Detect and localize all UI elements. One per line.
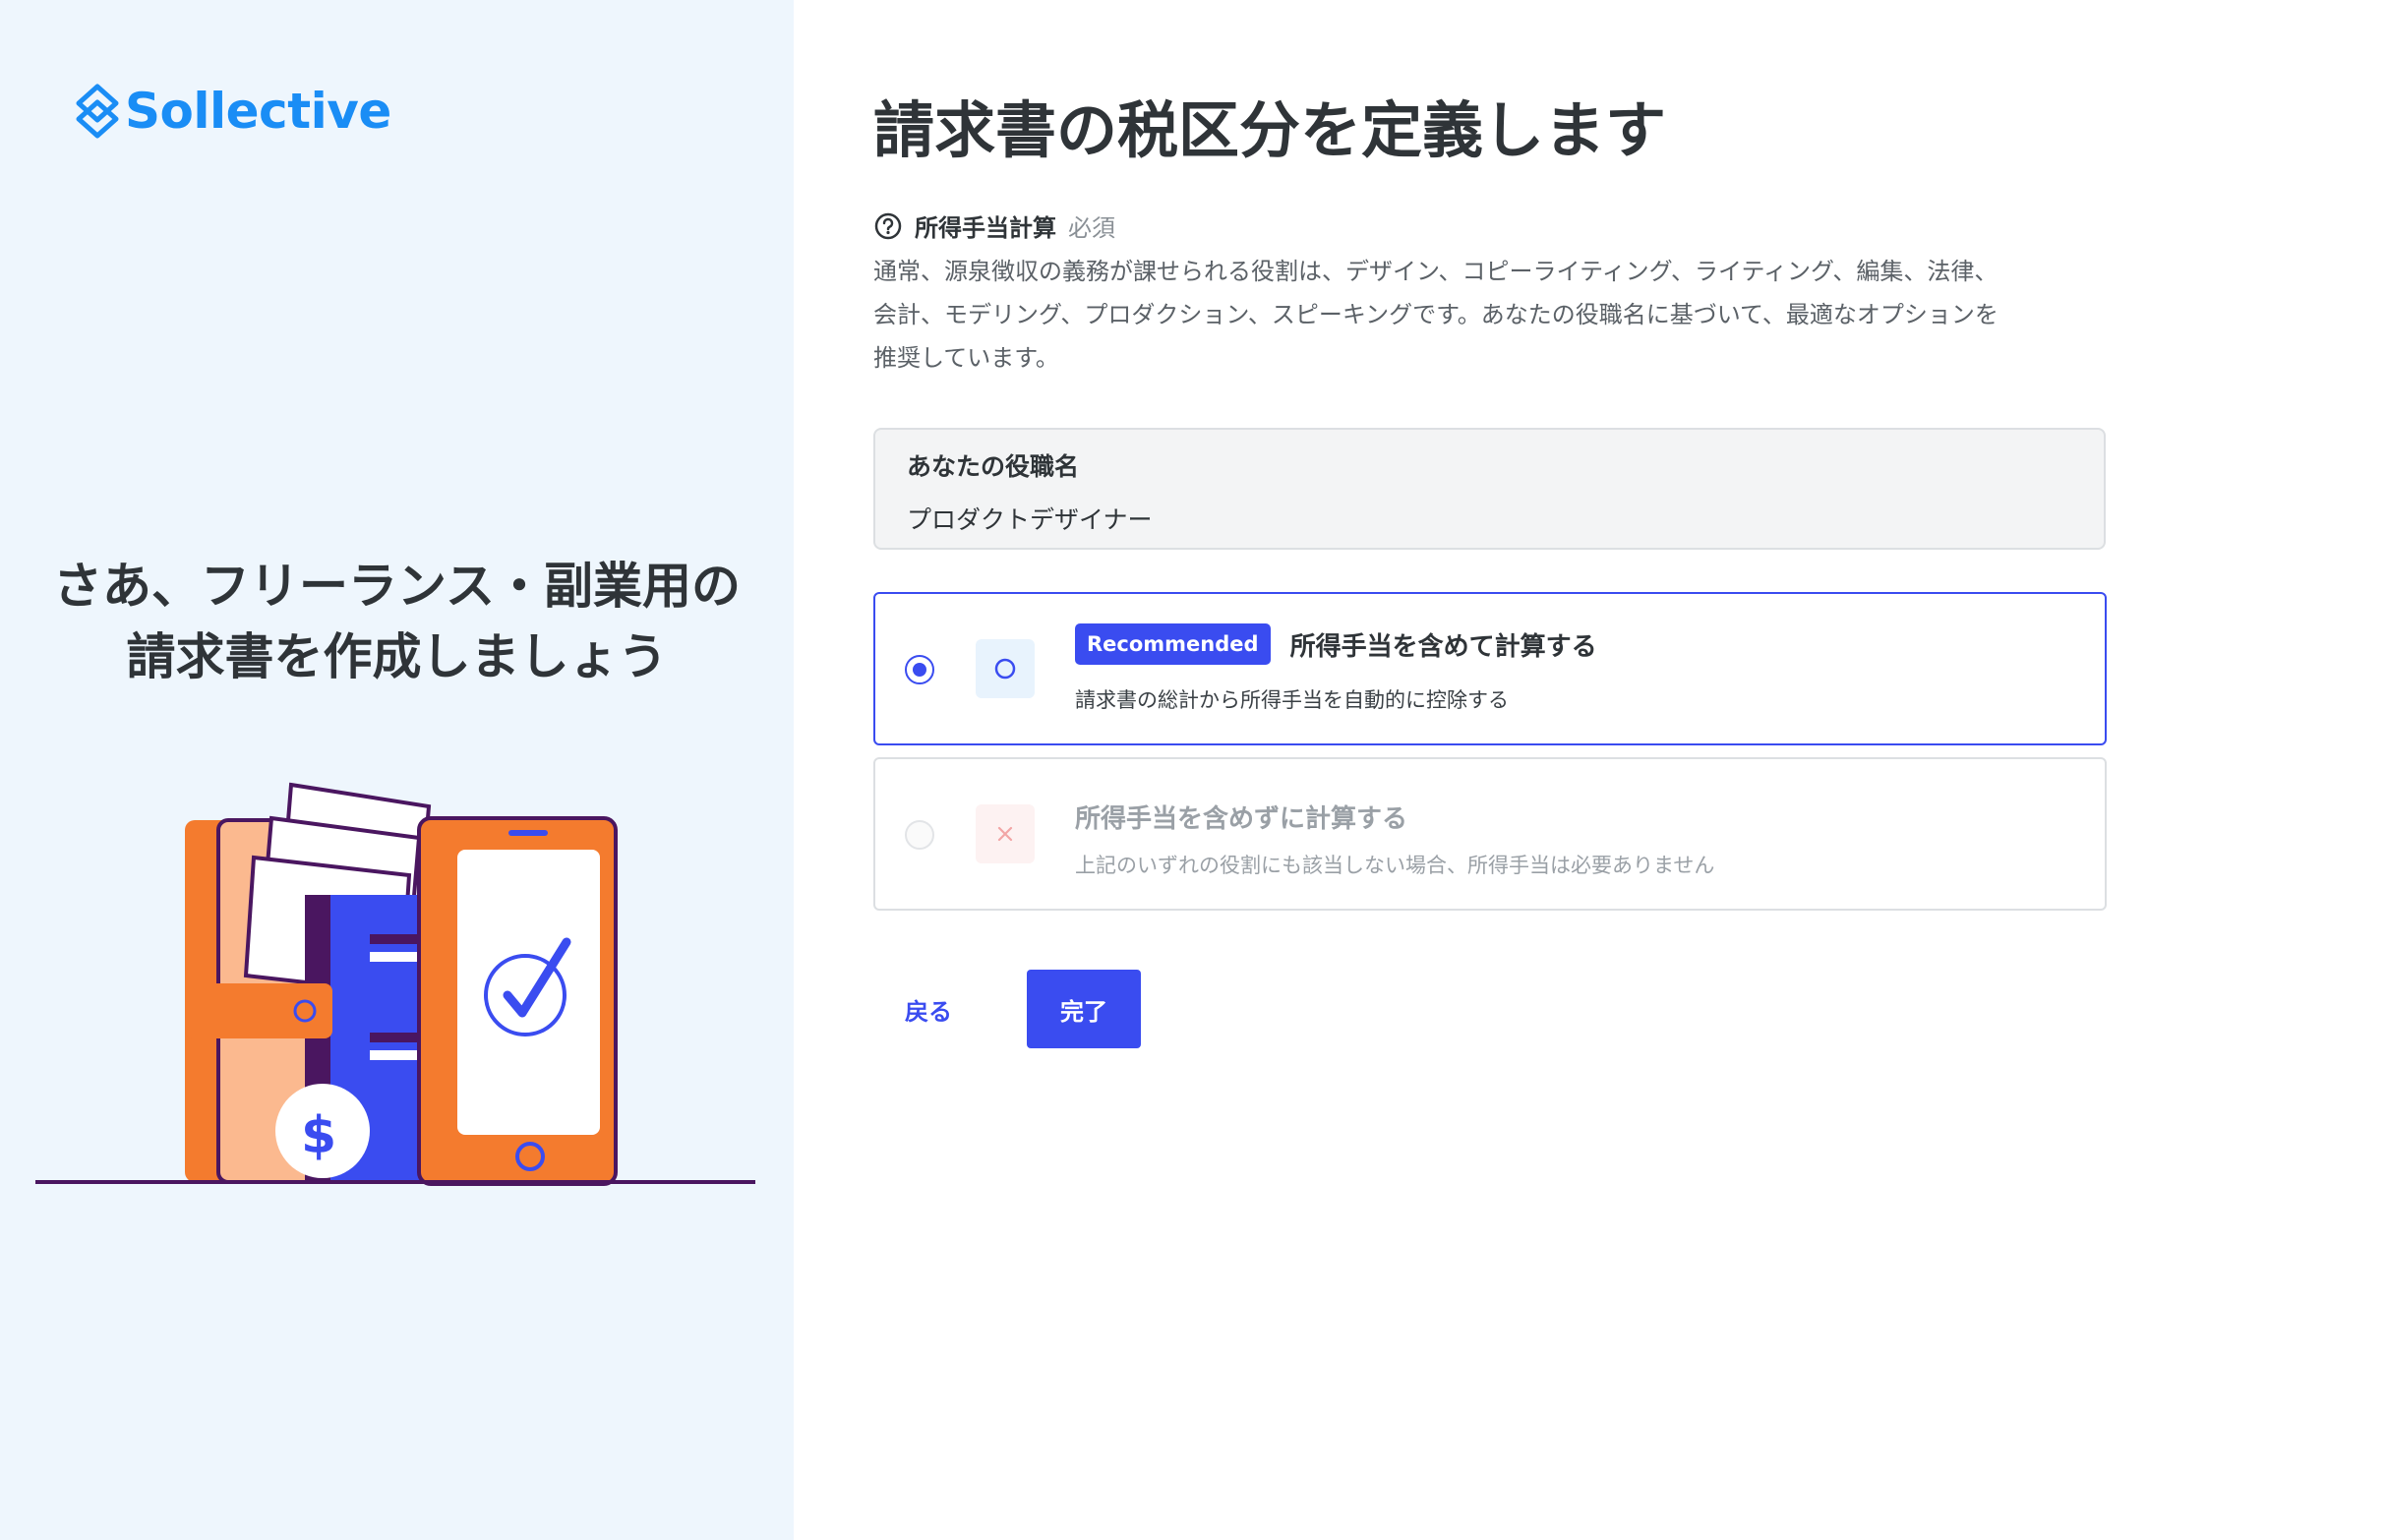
left-panel: Sollective さあ、フリーランス・副業用の 請求書を作成しましょう $ <box>0 0 794 1540</box>
brand-logo[interactable]: Sollective <box>76 83 391 140</box>
option-without-allowance-subtitle: 上記のいずれの役割にも該当しない場合、所得手当は必要ありません <box>1075 854 1715 877</box>
wallet-flap-shape <box>185 983 332 1038</box>
phone-screen-shape <box>457 850 600 1135</box>
recommended-badge: Recommended <box>1075 623 1271 665</box>
field-label: 所得手当計算 <box>915 214 1056 242</box>
phone-speaker-shape <box>508 830 548 836</box>
notebook-line-4 <box>370 1050 419 1060</box>
field-label-row: 所得手当計算 必須 <box>873 208 1115 243</box>
coin-symbol-icon: $ <box>301 1106 336 1165</box>
tagline: さあ、フリーランス・副業用の 請求書を作成しましょう <box>0 551 794 692</box>
job-title-field: あなたの役職名 プロダクトデザイナー <box>873 428 2106 550</box>
circle-icon <box>976 639 1035 698</box>
page-title: 請求書の税区分を定義します <box>873 94 1667 166</box>
notebook-line-1 <box>370 934 419 944</box>
option-without-allowance[interactable]: 所得手当を含めずに計算する 上記のいずれの役割にも該当しない場合、所得手当は必要… <box>873 757 2107 911</box>
field-description: 通常、源泉徴収の義務が課せられる役割は、デザイン、コピーライティング、ライティン… <box>873 250 2103 380</box>
notebook-line-3 <box>370 1033 419 1042</box>
option-with-allowance-title: 所得手当を含めて計算する <box>1289 631 1597 662</box>
option-with-allowance[interactable]: Recommended 所得手当を含めて計算する 請求書の総計から所得手当を自動… <box>873 592 2107 745</box>
option-without-allowance-title-row: 所得手当を含めずに計算する <box>1075 799 1407 835</box>
description-line-2: 会計、モデリング、プロダクション、スピーキングです。あなたの役職名に基づいて、最… <box>873 301 1998 328</box>
job-title-label: あなたの役職名 <box>907 452 1080 481</box>
option-with-allowance-radio[interactable] <box>905 655 934 684</box>
option-without-allowance-radio[interactable] <box>905 820 934 850</box>
wallet-phone-illustration: $ <box>35 782 755 1186</box>
description-line-3: 推奨しています。 <box>873 344 1059 372</box>
description-line-1: 通常、源泉徴収の義務が課せられる役割は、デザイン、コピーライティング、ライティン… <box>873 258 1998 285</box>
help-icon[interactable] <box>873 211 903 241</box>
done-button[interactable]: 完了 <box>1027 970 1141 1048</box>
sollective-logo-icon <box>76 84 119 139</box>
back-button[interactable]: 戻る <box>873 970 984 1048</box>
option-with-allowance-title-row: Recommended 所得手当を含めて計算する <box>1075 623 1597 665</box>
job-title-value: プロダクトデザイナー <box>907 505 1153 534</box>
tagline-line-2: 請求書を作成しましょう <box>126 628 668 685</box>
brand-name: Sollective <box>125 83 391 140</box>
notebook-line-2 <box>370 952 419 962</box>
x-icon <box>976 804 1035 863</box>
tagline-line-1: さあ、フリーランス・副業用の <box>53 558 741 615</box>
required-label: 必須 <box>1068 214 1115 242</box>
option-without-allowance-title: 所得手当を含めずに計算する <box>1075 804 1408 834</box>
option-with-allowance-subtitle: 請求書の総計から所得手当を自動的に控除する <box>1075 688 1509 712</box>
